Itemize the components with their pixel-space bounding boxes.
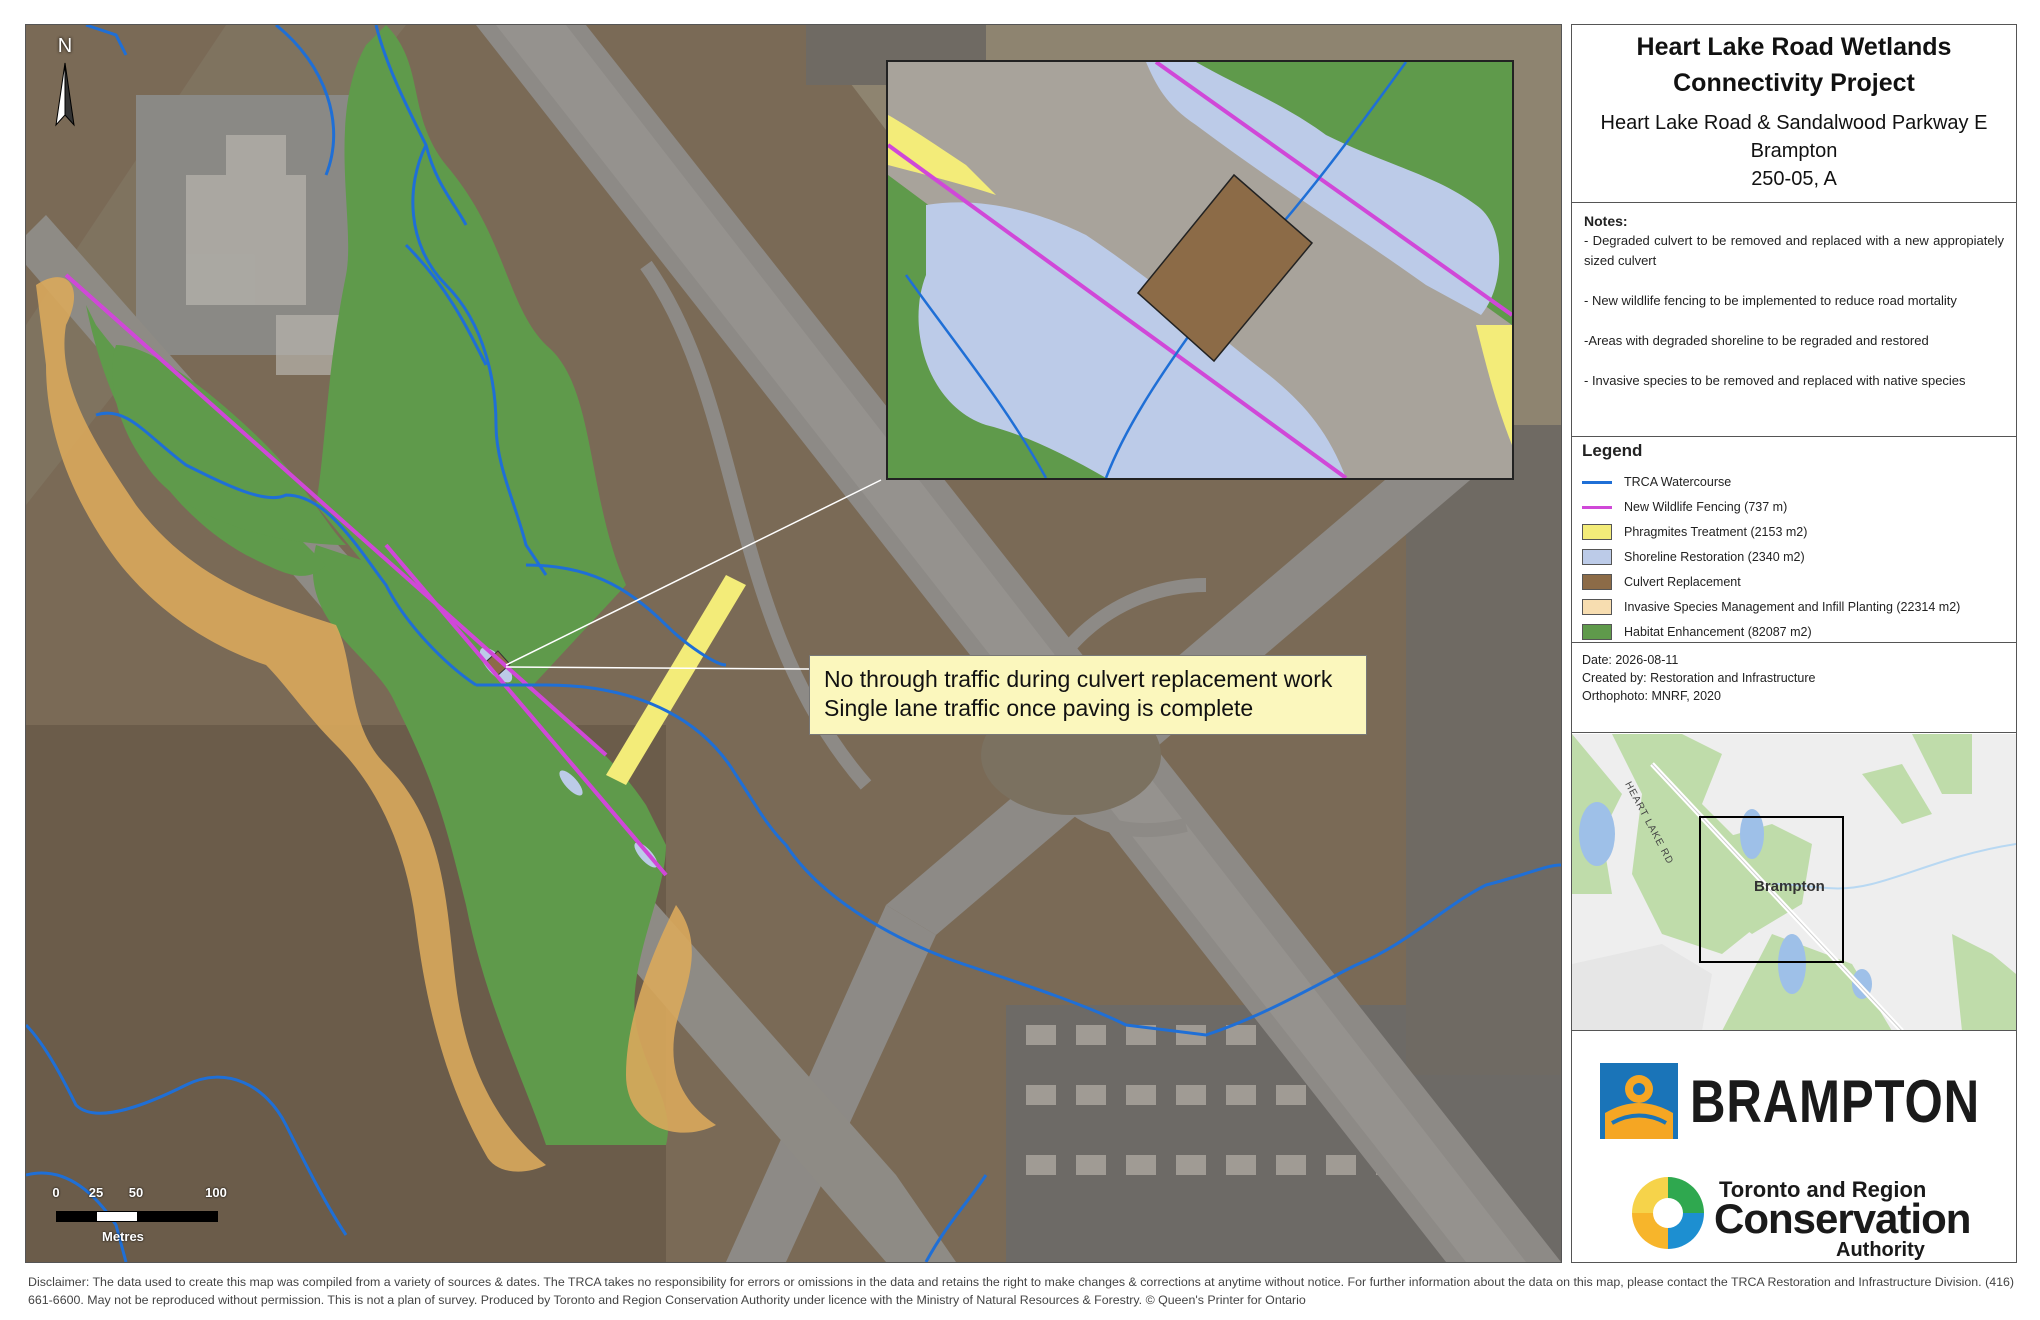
legend-item: New Wildlife Fencing (737 m) <box>1582 494 2006 519</box>
legend-list: TRCA Watercourse New Wildlife Fencing (73… <box>1582 469 2006 644</box>
note-item: - Degraded culvert to be removed and rep… <box>1584 233 2004 268</box>
note-item: - New wildlife fencing to be implemented… <box>1584 293 1957 308</box>
project-code: 250-05, A <box>1751 168 1837 190</box>
brampton-logo: BRAMPTON <box>1600 1063 1990 1143</box>
scale-tick-25: 25 <box>88 1185 104 1200</box>
scale-tick-0: 0 <box>52 1185 60 1200</box>
notes-box: Notes: - Degraded culvert to be removed … <box>1572 205 2016 437</box>
trca-name-line-2: Conservation <box>1714 1195 1971 1242</box>
locator-map: HEART LAKE RD Brampton <box>1572 734 2016 1031</box>
scale-blocks <box>56 1211 218 1222</box>
side-panel: Heart Lake Road Wetlands Connectivity Pr… <box>1571 24 2017 1263</box>
legend-label: Habitat Enhancement (82087 m2) <box>1624 624 1812 639</box>
brampton-wordmark: BRAMPTON <box>1690 1068 1980 1135</box>
callout-line-1: No through traffic during culvert replac… <box>824 666 1333 692</box>
scale-tick-50: 50 <box>128 1185 144 1200</box>
legend-fill-symbol <box>1582 523 1612 540</box>
legend-item: Phragmites Treatment (2153 m2) <box>1582 519 2006 544</box>
title-box: Heart Lake Road Wetlands Connectivity Pr… <box>1572 25 2016 203</box>
notes-heading: Notes: <box>1584 213 1628 229</box>
scale-unit: Metres <box>102 1229 144 1244</box>
trca-name-line-3: Authority <box>1836 1239 1925 1261</box>
legend-fill-symbol <box>1582 573 1612 590</box>
scale-bar: 0 25 50 100 Metres <box>40 1185 240 1245</box>
legend-fill-symbol <box>1582 598 1612 615</box>
aerial-map <box>26 25 1561 1262</box>
brampton-flower-icon <box>1600 1063 1678 1139</box>
note-item: -Areas with degraded shoreline to be reg… <box>1584 333 1929 348</box>
legend-label: New Wildlife Fencing (737 m) <box>1624 499 1788 514</box>
created-by: Created by: Restoration and Infrastructu… <box>1582 671 1816 685</box>
city-subtitle: Brampton <box>1750 140 1838 162</box>
north-letter: N <box>57 35 73 57</box>
legend-label: Invasive Species Management and Infill P… <box>1624 599 1961 614</box>
legend-item: Invasive Species Management and Infill P… <box>1582 594 2006 619</box>
legend-box: Legend TRCA Watercourse New Wildlife Fenc… <box>1572 439 2016 643</box>
legend-label: TRCA Watercourse <box>1624 474 1732 489</box>
logos-box: BRAMPTON Toronto and Region Conservation… <box>1572 1033 2016 1262</box>
legend-fill-symbol <box>1582 548 1612 565</box>
north-arrow: N <box>40 35 90 145</box>
metadata-box: Date: 2026-08-11 Created by: Restoration… <box>1572 645 2016 733</box>
scale-tick-100: 100 <box>205 1185 227 1200</box>
legend-item: Habitat Enhancement (82087 m2) <box>1582 619 2006 644</box>
map-date: Date: 2026-08-11 <box>1582 653 1679 667</box>
map-title-line-2: Connectivity Project <box>1673 69 1915 97</box>
trca-logo: Toronto and Region Conservation Authorit… <box>1628 1173 1988 1263</box>
legend-item: TRCA Watercourse <box>1582 469 2006 494</box>
legend-heading: Legend <box>1582 441 1643 460</box>
map-title-line-1: Heart Lake Road Wetlands <box>1636 33 1952 61</box>
legend-line-symbol <box>1582 474 1612 490</box>
note-item: - Invasive species to be removed and rep… <box>1584 373 1966 388</box>
disclaimer-text: Disclaimer: The data used to create this… <box>28 1275 2014 1307</box>
trca-circle-icon <box>1632 1177 1704 1249</box>
legend-fill-symbol <box>1582 623 1612 640</box>
location-subtitle: Heart Lake Road & Sandalwood Parkway E <box>1600 112 1988 134</box>
legend-item: Culvert Replacement <box>1582 569 2006 594</box>
legend-label: Shoreline Restoration (2340 m2) <box>1624 549 1805 564</box>
inset-city-label: Brampton <box>1754 878 1825 895</box>
callout-line-2: Single lane traffic once paving is compl… <box>824 695 1254 721</box>
legend-item: Shoreline Restoration (2340 m2) <box>1582 544 2006 569</box>
legend-label: Culvert Replacement <box>1624 574 1741 589</box>
legend-line-symbol <box>1582 499 1612 515</box>
orthophoto-source: Orthophoto: MNRF, 2020 <box>1582 689 1721 703</box>
culvert-detail-inset <box>886 60 1514 480</box>
map-view[interactable]: N No through traffic during culvert repl… <box>25 24 1562 1263</box>
legend-label: Phragmites Treatment (2153 m2) <box>1624 524 1808 539</box>
traffic-callout: No through traffic during culvert replac… <box>809 655 1367 735</box>
